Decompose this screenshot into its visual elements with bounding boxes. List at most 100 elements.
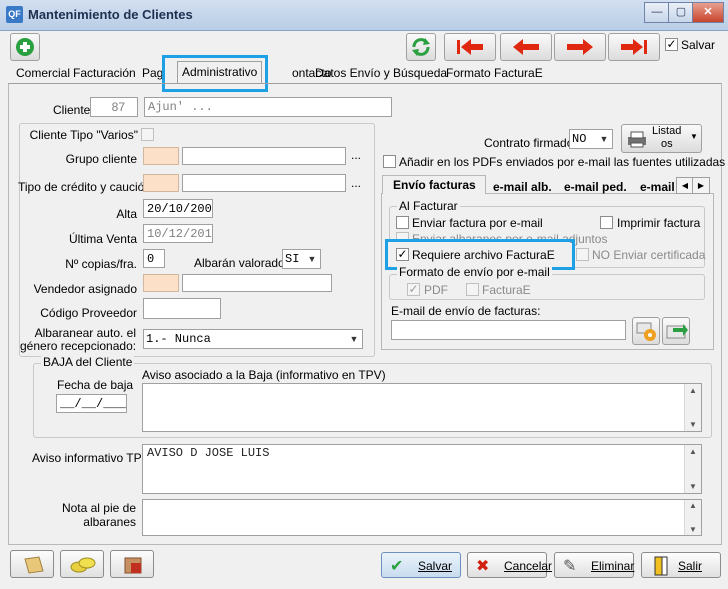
cancelar-button-label: Cancelar: [504, 559, 553, 573]
add-button[interactable]: [10, 33, 40, 61]
cliente-label: Cliente: [53, 103, 91, 117]
tipo-credito-name-field[interactable]: [182, 174, 346, 192]
salvar-checkbox[interactable]: ✓: [665, 38, 678, 51]
scroll-down-icon[interactable]: ▼: [685, 525, 701, 534]
imprimir-factura-label: Imprimir factura: [617, 216, 701, 230]
listados-label-1: Listad: [652, 125, 682, 137]
copias-label: Nº copias/fra.: [65, 257, 137, 271]
printer-icon: [628, 131, 646, 148]
tab-email[interactable]: e-mail: [640, 180, 675, 194]
aviso-tpv-scrollbar[interactable]: ▲ ▼: [684, 445, 701, 493]
anadir-pdfs-checkbox[interactable]: [383, 155, 396, 168]
tab-pagos[interactable]: Pag: [142, 63, 163, 83]
app-icon: QF: [6, 6, 23, 23]
facturae-checkbox[interactable]: [466, 283, 479, 296]
nota-pie-scrollbar[interactable]: ▲ ▼: [684, 500, 701, 535]
minimize-button[interactable]: —: [644, 2, 670, 23]
vendedor-name-field[interactable]: [182, 274, 332, 292]
coins-button[interactable]: [60, 550, 104, 578]
vendedor-code-field[interactable]: [143, 274, 179, 292]
aviso-tpv-label: Aviso informativo TPV: [32, 451, 150, 465]
formato-envio-label: Formato de envío por e-mail: [397, 265, 552, 279]
tab-scroll-right-icon[interactable]: ▶: [692, 177, 710, 194]
tipo-credito-label: Tipo de crédito y caución: [18, 180, 151, 194]
grupo-cliente-lookup-button[interactable]: ...: [351, 148, 361, 162]
enviar-factura-checkbox[interactable]: [396, 216, 409, 229]
al-facturar-label: Al Facturar: [397, 199, 460, 213]
tipo-varios-label: Cliente Tipo "Varios": [29, 128, 138, 142]
salvar-button[interactable]: ✔ Salvar: [381, 552, 461, 578]
contrato-value: NO: [572, 132, 587, 146]
email-envio-field[interactable]: [391, 320, 626, 340]
scroll-down-icon[interactable]: ▼: [685, 420, 701, 429]
package-button[interactable]: [110, 550, 154, 578]
exit-door-icon: [654, 556, 668, 576]
aviso-tpv-text: AVISO D JOSE LUIS: [147, 446, 270, 460]
cliente-number-field[interactable]: 87: [90, 97, 138, 117]
scroll-up-icon[interactable]: ▲: [685, 447, 701, 456]
tab-email-ped[interactable]: e-mail ped.: [564, 180, 627, 194]
pdf-checkbox[interactable]: ✓: [407, 283, 420, 296]
grupo-cliente-code-field[interactable]: [143, 147, 179, 165]
grupo-cliente-label: Grupo cliente: [65, 152, 137, 166]
cancelar-button[interactable]: ✖ Cancelar: [467, 552, 552, 578]
scroll-up-icon[interactable]: ▲: [685, 501, 701, 510]
no-enviar-certificada-label: NO Enviar certificada: [592, 248, 706, 262]
aviso-baja-label: Aviso asociado a la Baja (informativo en…: [142, 368, 386, 382]
tab-datos-envio[interactable]: Datos Envío y Búsqueda: [315, 63, 447, 83]
aviso-baja-scrollbar[interactable]: ▲ ▼: [684, 384, 701, 431]
listados-button[interactable]: Listad os ▼: [621, 124, 702, 153]
first-record-button[interactable]: [444, 33, 496, 61]
notes-button[interactable]: [10, 550, 54, 578]
albaranear-label-1: Albaranear auto. el: [34, 326, 136, 340]
albaranear-label-2: género recepcionado:: [20, 339, 137, 353]
next-record-button[interactable]: [554, 33, 606, 61]
last-record-button[interactable]: [608, 33, 660, 61]
email-envio-label: E-mail de envío de facturas:: [391, 304, 541, 318]
tipo-credito-lookup-button[interactable]: ...: [351, 176, 361, 190]
enviar-factura-label: Enviar factura por e-mail: [412, 216, 543, 230]
tab-facturacion[interactable]: Facturación: [73, 63, 136, 83]
eraser-icon: ✎: [563, 558, 577, 575]
tab-comercial[interactable]: Comercial: [16, 63, 70, 83]
tab-formato-facturae[interactable]: Formato FacturaE: [446, 63, 543, 83]
scroll-down-icon[interactable]: ▼: [685, 482, 701, 491]
scroll-up-icon[interactable]: ▲: [685, 386, 701, 395]
prev-record-button[interactable]: [500, 33, 552, 61]
email-send-button[interactable]: [662, 317, 690, 345]
tipo-varios-checkbox[interactable]: [141, 128, 154, 141]
tab-envio-facturas[interactable]: Envío facturas: [382, 175, 486, 194]
albaran-valorado-select[interactable]: SI ▼: [282, 249, 321, 269]
refresh-button[interactable]: [406, 33, 436, 61]
send-mail-icon: [666, 324, 688, 339]
ultima-venta-label: Última Venta: [68, 232, 137, 246]
title-bar: QF Mantenimiento de Clientes — ▢ ✕: [0, 0, 728, 31]
imprimir-factura-checkbox[interactable]: [600, 216, 613, 229]
tab-email-alb[interactable]: e-mail alb.: [493, 180, 552, 194]
maximize-button[interactable]: ▢: [668, 2, 694, 23]
alta-field[interactable]: 20/10/2006: [143, 199, 213, 218]
aviso-tpv-memo[interactable]: AVISO D JOSE LUIS ▲ ▼: [142, 444, 702, 494]
eliminar-button[interactable]: ✎ Eliminar: [554, 552, 634, 578]
vendedor-label: Vendedor asignado: [33, 282, 137, 296]
ultima-venta-field[interactable]: 10/12/2013: [143, 224, 213, 243]
copias-field[interactable]: 0: [143, 249, 165, 268]
fecha-baja-field[interactable]: __/__/____: [56, 394, 127, 413]
cancel-x-icon: ✖: [476, 558, 490, 575]
cliente-name-field[interactable]: Ajun' ...: [144, 97, 392, 117]
close-button[interactable]: ✕: [692, 2, 724, 23]
next-record-icon: [567, 39, 593, 55]
notes-icon: [24, 556, 44, 574]
email-settings-button[interactable]: [632, 317, 660, 345]
albaranear-select[interactable]: 1.- Nunca ▼: [143, 329, 363, 349]
no-enviar-certificada-checkbox[interactable]: [576, 248, 589, 261]
aviso-baja-memo[interactable]: ▲ ▼: [142, 383, 702, 432]
contrato-select[interactable]: NO ▼: [569, 129, 613, 149]
grupo-cliente-name-field[interactable]: [182, 147, 346, 165]
codigo-proveedor-field[interactable]: [143, 298, 221, 319]
albaran-valorado-label: Albarán valorado: [194, 256, 285, 270]
salir-button[interactable]: Salir: [641, 552, 721, 578]
nota-pie-memo[interactable]: ▲ ▼: [142, 499, 702, 536]
listados-label-2: os: [661, 138, 673, 150]
tipo-credito-code-field[interactable]: [143, 174, 179, 192]
